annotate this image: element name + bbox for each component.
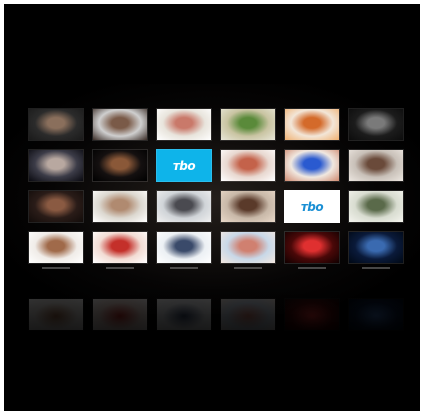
media-tile[interactable]	[284, 149, 340, 182]
media-tile[interactable]	[156, 190, 212, 223]
face-thumbnail	[157, 109, 211, 140]
media-tile[interactable]	[28, 231, 84, 264]
tile-caption	[298, 267, 326, 269]
flowers-thumbnail	[93, 232, 147, 263]
tile-caption	[170, 267, 198, 269]
media-tile[interactable]	[28, 108, 84, 141]
media-tile[interactable]	[28, 190, 84, 223]
blue-hat-thumbnail	[285, 150, 339, 181]
red-lights-thumbnail	[285, 232, 339, 263]
tile-wall: ᴛbo ᴛbo	[28, 108, 414, 284]
media-tile[interactable]	[92, 231, 148, 264]
screen: ᴛbo ᴛbo	[4, 4, 420, 411]
media-tile[interactable]	[92, 108, 148, 141]
media-tile[interactable]	[156, 231, 212, 264]
tile-caption	[42, 267, 70, 269]
media-tile[interactable]: ᴛbo	[284, 190, 340, 223]
media-tile[interactable]	[220, 190, 276, 223]
outfit-thumbnail	[157, 232, 211, 263]
blue-pattern-thumbnail	[349, 232, 403, 263]
silhouette-thumbnail	[93, 150, 147, 181]
media-tile[interactable]	[220, 231, 276, 264]
media-tile[interactable]: ᴛbo	[156, 149, 212, 182]
dark-portrait-thumbnail	[349, 109, 403, 140]
media-tile[interactable]	[348, 190, 404, 223]
media-tile[interactable]	[220, 108, 276, 141]
crowd-thumbnail	[221, 191, 275, 222]
media-tile[interactable]	[284, 231, 340, 264]
tile-caption	[106, 267, 134, 269]
tbo-logo-text: ᴛbo	[172, 158, 196, 173]
media-tile[interactable]	[92, 190, 148, 223]
reclining-thumbnail	[29, 232, 83, 263]
tile-caption	[234, 267, 262, 269]
street-thumbnail	[349, 191, 403, 222]
reflection-fade	[4, 289, 420, 359]
woman-thumbnail	[349, 150, 403, 181]
dark-figure-thumbnail	[29, 191, 83, 222]
couple-thumbnail	[93, 109, 147, 140]
portrait-thumbnail	[29, 109, 83, 140]
field-thumbnail	[221, 109, 275, 140]
media-tile[interactable]	[284, 108, 340, 141]
media-tile[interactable]	[348, 231, 404, 264]
tbo-logo-text: ᴛbo	[300, 199, 324, 214]
media-tile[interactable]	[156, 108, 212, 141]
group-thumbnail	[157, 191, 211, 222]
fruit-thumbnail	[285, 109, 339, 140]
man-thumbnail	[93, 191, 147, 222]
media-tile[interactable]	[28, 149, 84, 182]
hair-thumbnail	[29, 150, 83, 181]
media-tile[interactable]	[348, 149, 404, 182]
tile-caption	[362, 267, 390, 269]
tbo-logo-icon: ᴛbo	[157, 150, 211, 181]
media-tile[interactable]	[92, 149, 148, 182]
tbo-logo-icon: ᴛbo	[285, 191, 339, 222]
smile-thumbnail	[221, 232, 275, 263]
media-tile[interactable]	[348, 108, 404, 141]
kids-thumbnail	[221, 150, 275, 181]
media-tile[interactable]	[220, 149, 276, 182]
